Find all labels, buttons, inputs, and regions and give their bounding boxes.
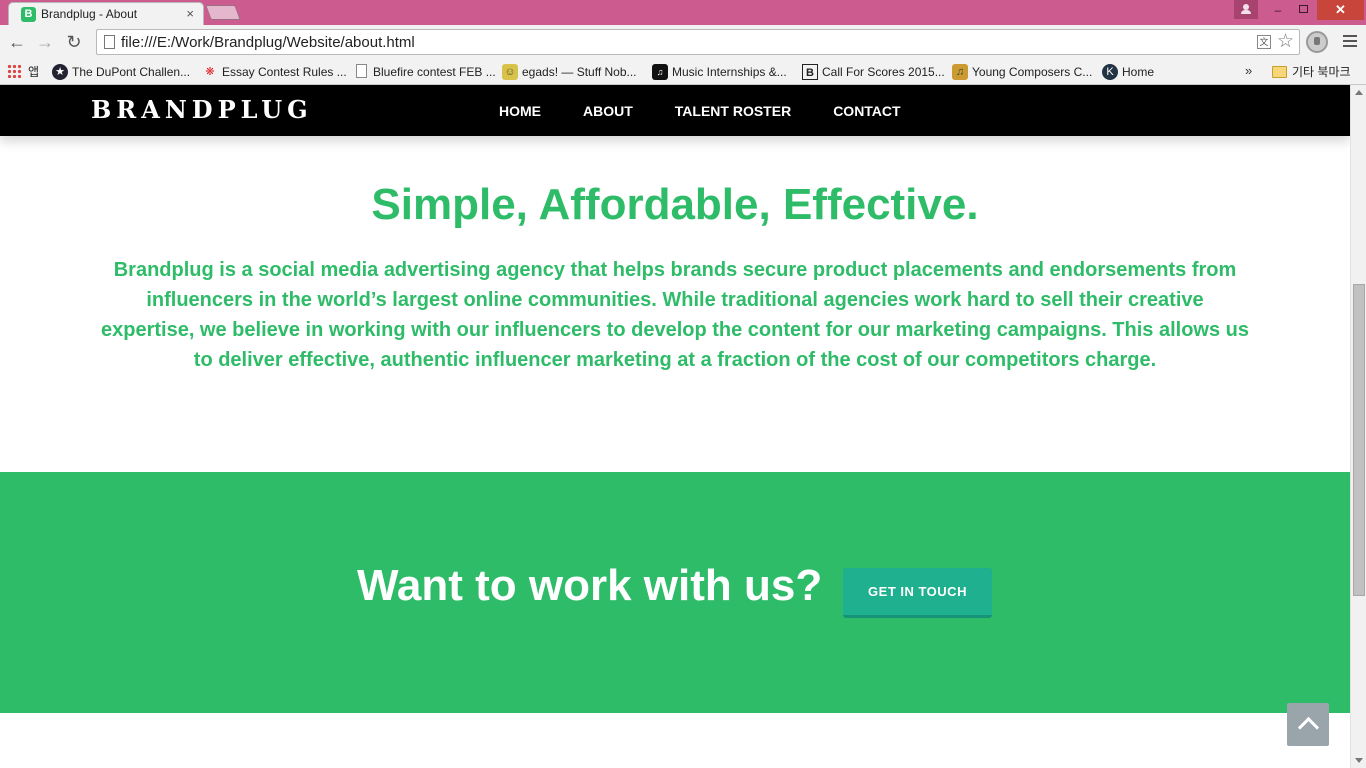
bookmark-item[interactable]: ❋ Essay Contest Rules ... [202,62,347,82]
nav-contact[interactable]: CONTACT [833,103,900,119]
scroll-up-arrow-icon[interactable] [1355,90,1363,95]
more-bookmarks-chevron-icon[interactable]: » [1245,63,1252,78]
bookmark-label: Bluefire contest FEB ... [373,65,496,79]
page-scrollbar[interactable] [1350,85,1366,768]
bookmark-item[interactable]: ♫ Young Composers C... [952,62,1092,82]
browser-toolbar: ← → ↻ file:///E:/Work/Brandplug/Website/… [0,25,1366,59]
page-icon [104,35,115,49]
bookmark-label: Call For Scores 2015... [822,65,945,79]
about-section: Simple, Affordable, Effective. Brandplug… [0,136,1350,472]
close-window-button[interactable]: ✕ [1317,0,1364,20]
reload-icon[interactable]: ↻ [62,30,86,54]
dupont-icon: ★ [52,64,68,80]
nav-home[interactable]: HOME [499,103,541,119]
cta-heading: Want to work with us? [357,561,823,610]
kiwanis-icon: K [1102,64,1118,80]
back-arrow-icon[interactable]: ← [5,30,29,54]
bookmark-item[interactable]: Bluefire contest FEB ... [353,62,496,82]
flower-icon: ❋ [205,66,215,78]
scrollbar-thumb[interactable] [1353,284,1365,596]
maximize-button[interactable] [1291,0,1317,20]
composer-icon: ♫ [952,64,968,80]
bookmark-label: The DuPont Challen... [72,65,191,79]
bookmark-item[interactable]: ♫ Music Internships &... [652,62,787,82]
site-logo[interactable]: BRANDPLUG [91,95,313,124]
address-bar[interactable]: file:///E:/Work/Brandplug/Website/about.… [96,29,1300,55]
music-icon: ♫ [652,64,668,80]
forward-arrow-icon[interactable]: → [33,30,57,54]
tab-close-icon[interactable]: × [186,6,194,21]
new-tab-button[interactable] [205,5,241,20]
extension-icon[interactable] [1306,31,1328,53]
minimize-button[interactable]: – [1265,0,1291,20]
bookmarks-bar: 앱 ★ The DuPont Challen... ❋ Essay Contes… [0,59,1366,85]
browser-tab[interactable]: B Brandplug - About × [8,2,204,25]
bookmark-label: Essay Contest Rules ... [222,65,347,79]
scroll-down-arrow-icon[interactable] [1355,758,1363,763]
folder-icon [1272,66,1287,78]
page-viewport: BRANDPLUG HOME ABOUT TALENT ROSTER CONTA… [0,85,1350,768]
page-icon [356,64,367,78]
bookmark-item[interactable]: B Call For Scores 2015... [802,62,945,82]
brandplug-favicon-icon: B [21,7,36,22]
title-bar: B Brandplug - About × – ✕ [0,0,1366,25]
bookmark-label: Home [1122,65,1155,79]
apps-grid-icon[interactable] [7,64,21,78]
translate-icon[interactable]: 文 [1257,35,1271,49]
bookmark-item[interactable]: ☺ egads! — Stuff Nob... [502,62,637,82]
b-logo-icon: B [802,64,818,80]
folder-label: 기타 북마크 [1292,65,1351,79]
apps-label[interactable]: 앱 [28,63,39,80]
site-navbar: BRANDPLUG HOME ABOUT TALENT ROSTER CONTA… [0,85,1350,136]
bookmark-label: Music Internships &... [672,65,787,79]
bookmark-label: egads! — Stuff Nob... [522,65,637,79]
cta-section: Want to work with us? GET IN TOUCH [0,472,1350,713]
about-heading: Simple, Affordable, Effective. [371,180,979,229]
egads-icon: ☺ [502,64,518,80]
about-description: Brandplug is a social media advertising … [100,259,1250,371]
bookmark-star-icon[interactable]: ☆ [1277,31,1294,53]
nav-talent-roster[interactable]: TALENT ROSTER [675,103,791,119]
tab-title: Brandplug - About [41,7,138,21]
back-to-top-chevron-icon[interactable] [1287,703,1329,746]
nav-about[interactable]: ABOUT [583,103,633,119]
site-nav-links: HOME ABOUT TALENT ROSTER CONTACT [499,85,943,136]
menu-icon[interactable] [1340,32,1360,52]
url-text[interactable]: file:///E:/Work/Brandplug/Website/about.… [121,34,415,51]
other-bookmarks-folder[interactable]: 기타 북마크 [1272,62,1351,82]
user-profile-icon[interactable] [1234,0,1258,19]
bookmark-item[interactable]: ★ The DuPont Challen... [52,62,190,82]
get-in-touch-button[interactable]: GET IN TOUCH [843,568,992,618]
bookmark-label: Young Composers C... [972,65,1093,79]
bookmark-item[interactable]: K Home [1102,62,1154,82]
